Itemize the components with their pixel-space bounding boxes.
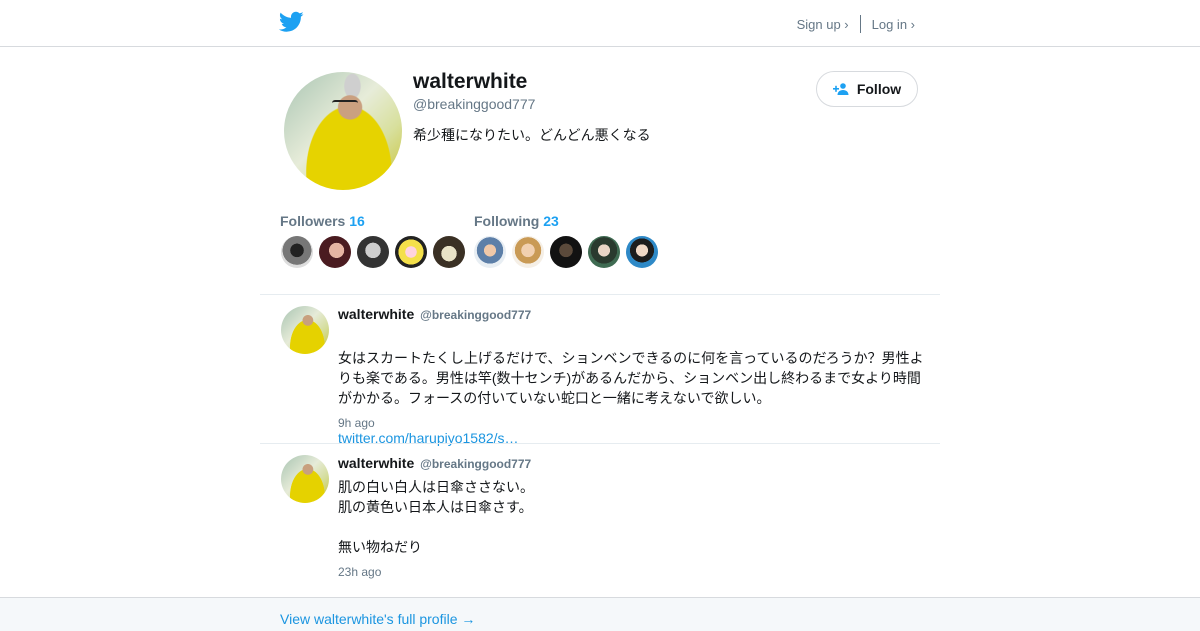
tweet-body: 女はスカートたくし上げるだけで、ションベンできるのに何を言っているのだろうか？男… — [338, 350, 924, 406]
tweet-author-name[interactable]: walterwhite — [338, 455, 414, 471]
tweet-header: walterwhite @breakinggood777 — [338, 306, 531, 322]
follower-avatar[interactable] — [281, 236, 313, 268]
following-label: Following — [474, 213, 540, 229]
profile-handle[interactable]: @breakinggood777 — [413, 96, 535, 112]
tweet-author-handle[interactable]: @breakinggood777 — [420, 457, 531, 471]
following-avatar[interactable] — [588, 236, 620, 268]
profile-bio: 希少種になりたい。どんどん悪くなる — [413, 127, 651, 143]
add-user-icon — [832, 83, 849, 95]
full-profile-link[interactable]: View walterwhite's full profile → — [280, 611, 475, 627]
tweet-author-name[interactable]: walterwhite — [338, 306, 414, 322]
following-count: 23 — [543, 213, 559, 229]
followers-avatars — [281, 236, 465, 268]
follow-button[interactable]: Follow — [816, 71, 918, 107]
tweet-header: walterwhite @breakinggood777 — [338, 455, 531, 471]
following-avatar[interactable] — [626, 236, 658, 268]
following-avatars — [474, 236, 658, 268]
divider — [260, 443, 940, 444]
following-avatar[interactable] — [550, 236, 582, 268]
tweet-avatar[interactable] — [281, 306, 329, 354]
top-bar: Sign up › Log in › — [0, 0, 1200, 47]
login-link[interactable]: Log in › — [872, 17, 915, 32]
follower-avatar[interactable] — [357, 236, 389, 268]
following-avatar[interactable] — [474, 236, 506, 268]
auth-links: Sign up › Log in › — [797, 15, 915, 33]
tweet-avatar[interactable] — [281, 455, 329, 503]
tweet-text: 女はスカートたくし上げるだけで、ションベンできるのに何を言っているのだろうか？男… — [338, 328, 928, 448]
divider — [260, 294, 940, 295]
followers-stat[interactable]: Followers 16 — [280, 213, 365, 229]
following-avatar[interactable] — [512, 236, 544, 268]
profile-avatar[interactable] — [284, 72, 402, 190]
signup-link[interactable]: Sign up › — [797, 17, 849, 32]
tweet-text: 肌の白い白人は日傘ささない。 肌の黄色い日本人は日傘さす。 無い物ねだり — [338, 479, 534, 555]
divider — [859, 15, 861, 33]
follower-avatar[interactable] — [319, 236, 351, 268]
following-stat[interactable]: Following 23 — [474, 213, 559, 229]
profile-card: walterwhite @breakinggood777 希少種になりたい。どん… — [280, 70, 920, 290]
tweet-author-handle[interactable]: @breakinggood777 — [420, 308, 531, 322]
tweet-timestamp[interactable]: 23h ago — [338, 565, 381, 579]
followers-label: Followers — [280, 213, 346, 229]
follower-avatar[interactable] — [395, 236, 427, 268]
footer-bar: View walterwhite's full profile → — [0, 597, 1200, 631]
tweet: walterwhite @breakinggood777 女はスカートたくし上げ… — [280, 306, 940, 446]
tweet-timestamp[interactable]: 9h ago — [338, 416, 375, 430]
follower-avatar[interactable] — [433, 236, 465, 268]
twitter-bird-icon[interactable] — [279, 11, 304, 33]
follow-label: Follow — [856, 81, 902, 97]
profile-name[interactable]: walterwhite — [413, 70, 527, 94]
tweet: walterwhite @breakinggood777 肌の白い白人は日傘ささ… — [280, 455, 940, 585]
followers-count: 16 — [349, 213, 365, 229]
